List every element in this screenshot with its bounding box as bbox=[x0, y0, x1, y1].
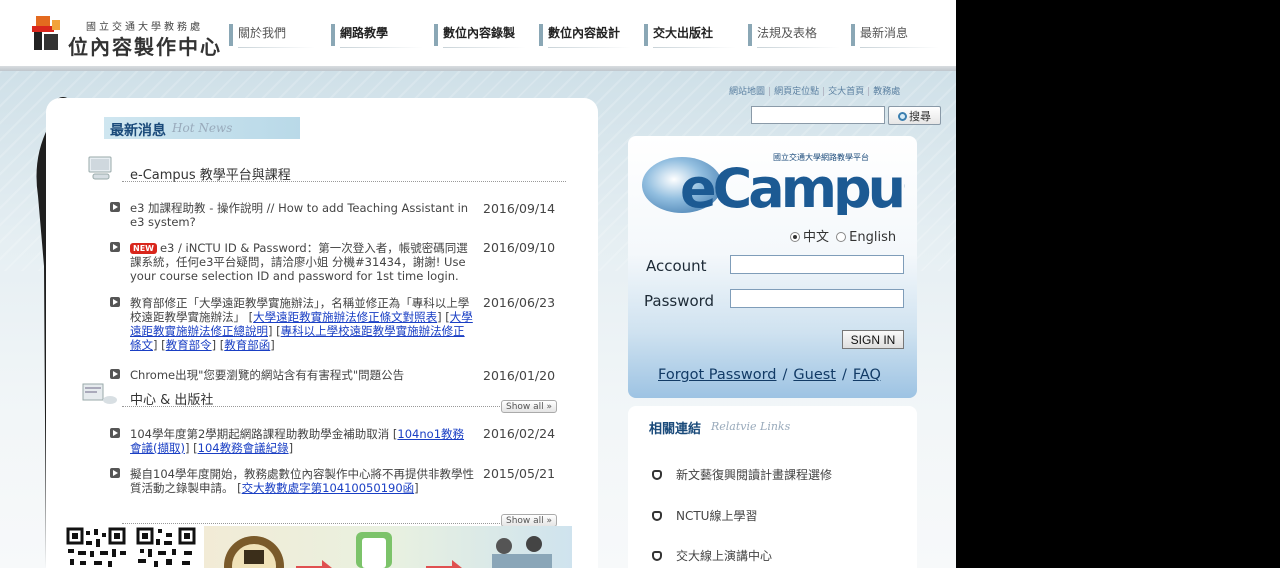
logo-name-text: 位內容製作中心 bbox=[68, 35, 222, 59]
separator: / bbox=[782, 367, 788, 383]
hand-pointer-icon bbox=[652, 511, 662, 521]
top-link-anchor[interactable]: 網頁定位點 bbox=[774, 87, 819, 97]
search-button[interactable]: 搜尋 bbox=[888, 106, 941, 125]
logo-mark-icon bbox=[32, 16, 60, 50]
related-link[interactable]: 新文藝復興閱讀計畫課程選修 bbox=[652, 466, 832, 483]
search-input[interactable] bbox=[751, 106, 885, 124]
qr-code-icon[interactable] bbox=[66, 527, 128, 568]
nav-digital-recording[interactable]: 數位內容錄製 bbox=[434, 24, 526, 48]
news-item[interactable]: 教育部修正「大學遠距教學實施辦法」，名稱並修正為「專科以上學校遠距教學實施辦法」… bbox=[110, 296, 475, 352]
related-link-label[interactable]: 新文藝復興閱讀計畫課程選修 bbox=[676, 468, 832, 482]
related-link[interactable]: NCTU線上學習 bbox=[652, 507, 757, 524]
password-label: Password bbox=[644, 292, 715, 310]
news-link[interactable]: 教育部令 bbox=[166, 338, 212, 352]
ecampus-tagline: 國立交通大學網路教學平台 bbox=[773, 153, 869, 162]
top-link-academic-affairs[interactable]: 教務處 bbox=[873, 87, 900, 97]
news-item[interactable]: e3 加課程助教 - 操作說明 // How to add Teaching A… bbox=[110, 201, 475, 229]
lang-radio-chinese[interactable] bbox=[790, 232, 800, 242]
folder-icon bbox=[82, 383, 117, 404]
separator: | bbox=[822, 87, 826, 97]
news-item[interactable]: NEW e3 / iNCTU ID & Password：第一次登入者，帳號密碼同… bbox=[110, 241, 475, 283]
lang-radio-english[interactable] bbox=[836, 232, 847, 242]
show-all-button[interactable]: Show all » bbox=[501, 400, 558, 413]
new-badge: NEW bbox=[130, 243, 157, 254]
news-title: 最新消息 bbox=[110, 123, 166, 139]
qr-code-icon[interactable] bbox=[136, 527, 198, 568]
page: 國立交通大學教務處 位內容製作中心 關於我們 網路教學 數位內容錄製 數位內容設… bbox=[0, 0, 956, 568]
login-links: Forgot Password / Guest / FAQ bbox=[658, 367, 881, 383]
related-link[interactable]: 交大線上演講中心 bbox=[652, 547, 772, 564]
news-item-date: 2016/09/10 bbox=[483, 240, 556, 255]
news-link[interactable]: 104教務會議紀錄 bbox=[198, 441, 289, 455]
bullet-arrow-icon bbox=[110, 297, 120, 307]
bullet-arrow-icon bbox=[110, 242, 120, 252]
news-item-text[interactable]: Chrome出現"您要瀏覽的網站含有有害程式"問題公告 bbox=[130, 368, 404, 382]
nav-press[interactable]: 交大出版社 bbox=[644, 24, 736, 48]
top-link-sitemap[interactable]: 網站地圖 bbox=[729, 87, 765, 97]
news-item-text[interactable]: e3 加課程助教 - 操作說明 // How to add Teaching A… bbox=[130, 201, 468, 229]
section-divider bbox=[122, 406, 500, 407]
lang-label-english[interactable]: English bbox=[849, 230, 896, 245]
news-link[interactable]: 教育部函 bbox=[224, 338, 270, 352]
header: 國立交通大學教務處 位內容製作中心 關於我們 網路教學 數位內容錄製 數位內容設… bbox=[0, 0, 956, 68]
hand-pointer-icon bbox=[652, 470, 662, 480]
guest-link[interactable]: Guest bbox=[793, 367, 836, 383]
separator: | bbox=[768, 87, 772, 97]
news-link[interactable]: 大學遠距教實施辦法修正條文對照表 bbox=[253, 310, 437, 324]
ecampus-logo-text: eCampus bbox=[680, 157, 905, 215]
hand-pointer-icon bbox=[652, 551, 662, 561]
news-item-date: 2016/01/20 bbox=[483, 368, 556, 383]
lang-label-chinese[interactable]: 中文 bbox=[803, 230, 829, 245]
monitor-icon bbox=[88, 156, 112, 180]
nav-latest-news[interactable]: 最新消息 bbox=[851, 24, 939, 48]
news-item-date: 2016/06/23 bbox=[483, 295, 556, 310]
promo-banner[interactable] bbox=[204, 526, 572, 568]
top-links: 網站地圖 | 網頁定位點 | 交大首頁 | 教務處 bbox=[729, 84, 900, 97]
related-link-label[interactable]: NCTU線上學習 bbox=[676, 509, 757, 523]
news-subtitle: Hot News bbox=[172, 121, 233, 135]
related-links-subtitle: Relatvie Links bbox=[711, 420, 791, 433]
password-input[interactable] bbox=[730, 289, 904, 308]
news-link[interactable]: 交大教數處字第10410050190函 bbox=[242, 481, 414, 495]
nav-digital-design[interactable]: 數位內容設計 bbox=[539, 24, 631, 48]
related-link-label[interactable]: 交大線上演講中心 bbox=[676, 549, 772, 563]
separator: | bbox=[867, 87, 871, 97]
bullet-arrow-icon bbox=[110, 369, 120, 379]
news-item-date: 2015/05/21 bbox=[483, 466, 556, 481]
faq-link[interactable]: FAQ bbox=[853, 367, 881, 383]
news-item-date: 2016/02/24 bbox=[483, 426, 556, 441]
forgot-password-link[interactable]: Forgot Password bbox=[658, 367, 777, 383]
top-link-nctu-home[interactable]: 交大首頁 bbox=[828, 87, 864, 97]
account-input[interactable] bbox=[730, 255, 904, 274]
news-item[interactable]: Chrome出現"您要瀏覽的網站含有有害程式"問題公告 bbox=[110, 368, 475, 382]
news-item[interactable]: 104學年度第2學期起網路課程助教助學金補助取消 [104no1教務會議(擷取)… bbox=[110, 427, 475, 455]
search-button-label: 搜尋 bbox=[909, 110, 931, 123]
news-item-date: 2016/09/14 bbox=[483, 201, 556, 216]
section-divider bbox=[122, 523, 500, 524]
news-item-text[interactable]: e3 / iNCTU ID & Password：第一次登入者，帳號密碼同選課系… bbox=[130, 241, 468, 283]
site-logo[interactable]: 國立交通大學教務處 位內容製作中心 bbox=[30, 14, 220, 59]
nav-regulations[interactable]: 法規及表格 bbox=[748, 24, 840, 48]
section-divider bbox=[122, 181, 566, 182]
account-label: Account bbox=[646, 257, 707, 275]
sign-in-button[interactable]: SIGN IN bbox=[842, 330, 904, 349]
promo-banner-art bbox=[224, 532, 552, 568]
bullet-arrow-icon bbox=[110, 202, 120, 212]
search-icon bbox=[898, 111, 907, 121]
related-links-title: 相關連結 bbox=[649, 422, 702, 437]
separator: / bbox=[841, 367, 847, 383]
news-item-text[interactable]: 104學年度第2學期起網路課程助教助學金補助取消 bbox=[130, 427, 389, 441]
bullet-arrow-icon bbox=[110, 468, 120, 478]
nav-about[interactable]: 關於我們 bbox=[229, 24, 315, 48]
news-item[interactable]: 擬自104學年度開始，教務處數位內容製作中心將不再提供非教學性質活動之錄製申請。… bbox=[110, 467, 475, 495]
bullet-arrow-icon bbox=[110, 428, 120, 438]
language-selector: 中文 English bbox=[790, 226, 896, 245]
nav-online-teaching[interactable]: 網路教學 bbox=[331, 24, 423, 48]
